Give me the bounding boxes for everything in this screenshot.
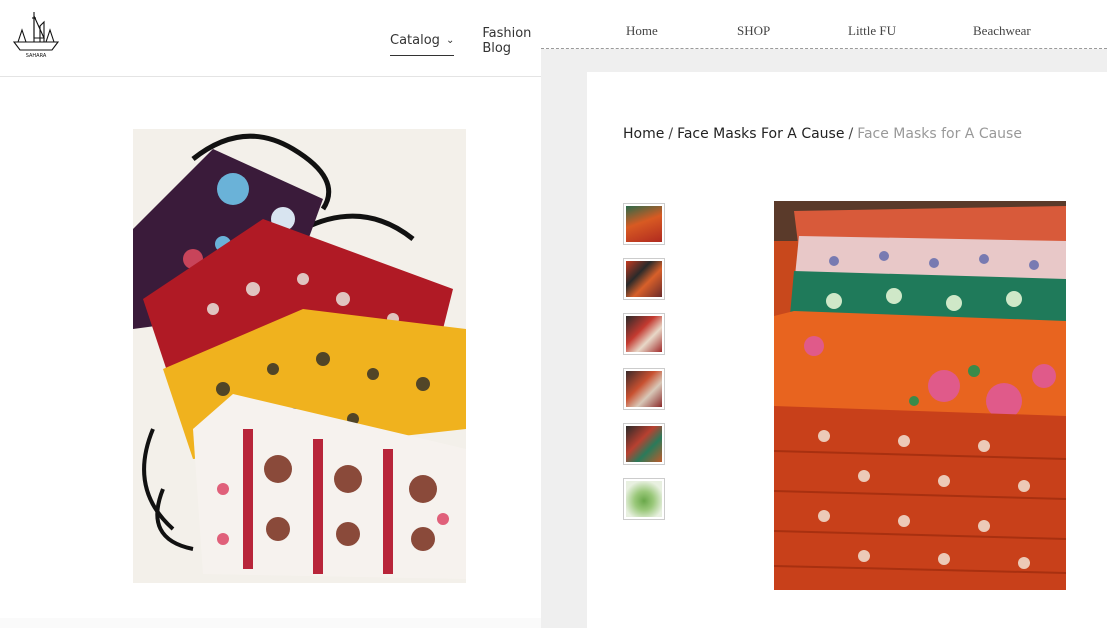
breadcrumb-category[interactable]: Face Masks For A Cause: [677, 126, 844, 142]
nav-fashion-blog[interactable]: Fashion Blog: [482, 26, 541, 56]
right-pane: Home SHOP Little FU Beachwear Home / Face …: [541, 0, 1107, 628]
product-main-image[interactable]: [774, 201, 1066, 590]
primary-nav: Catalog ⌄ Fashion Blog: [390, 26, 541, 56]
product-photo-masks[interactable]: [133, 129, 466, 583]
site-logo[interactable]: SAHARA: [10, 8, 62, 60]
breadcrumb-separator: /: [848, 126, 854, 142]
thumbnail-5[interactable]: [623, 423, 665, 465]
thumbnail-3[interactable]: [623, 313, 665, 355]
breadcrumb-current: Face Masks for A Cause: [857, 126, 1022, 142]
boat-skyline-logo-icon: SAHARA: [12, 12, 60, 59]
left-pane: SAHARA Catalog ⌄ Fashion Blog: [0, 0, 541, 628]
thumbnail-4[interactable]: [623, 368, 665, 410]
thumbnail-image: [626, 426, 662, 462]
nav-home[interactable]: Home: [626, 23, 658, 39]
breadcrumb: Home / Face Masks For A Cause / Face Masks f…: [623, 126, 1022, 142]
breadcrumb-separator: /: [668, 126, 674, 142]
shop-top-nav: Home SHOP Little FU Beachwear: [541, 0, 1107, 49]
thumbnail-image: [626, 371, 662, 407]
svg-text:SAHARA: SAHARA: [26, 53, 47, 59]
thumbnail-image: [626, 481, 662, 517]
thumbnail-image: [626, 206, 662, 242]
nav-beachwear[interactable]: Beachwear: [973, 23, 1031, 39]
nav-catalog-label[interactable]: Catalog: [390, 33, 440, 48]
chevron-down-icon[interactable]: ⌄: [446, 35, 454, 46]
thumbnail-2[interactable]: [623, 258, 665, 300]
nav-little-fu[interactable]: Little FU: [848, 23, 896, 39]
left-footer-strip: [0, 618, 541, 628]
thumbnail-image: [626, 261, 662, 297]
nav-shop[interactable]: SHOP: [737, 23, 770, 39]
stacked-masks-illustration: [774, 201, 1066, 590]
masks-illustration: [133, 129, 466, 583]
thumbnail-6[interactable]: [623, 478, 665, 520]
thumbnail-image: [626, 316, 662, 352]
product-content: Home / Face Masks For A Cause / Face Masks f…: [587, 72, 1107, 628]
site-header: SAHARA Catalog ⌄ Fashion Blog: [0, 0, 541, 77]
breadcrumb-home[interactable]: Home: [623, 126, 664, 142]
nav-catalog[interactable]: Catalog ⌄: [390, 26, 455, 56]
thumbnail-1[interactable]: [623, 203, 665, 245]
